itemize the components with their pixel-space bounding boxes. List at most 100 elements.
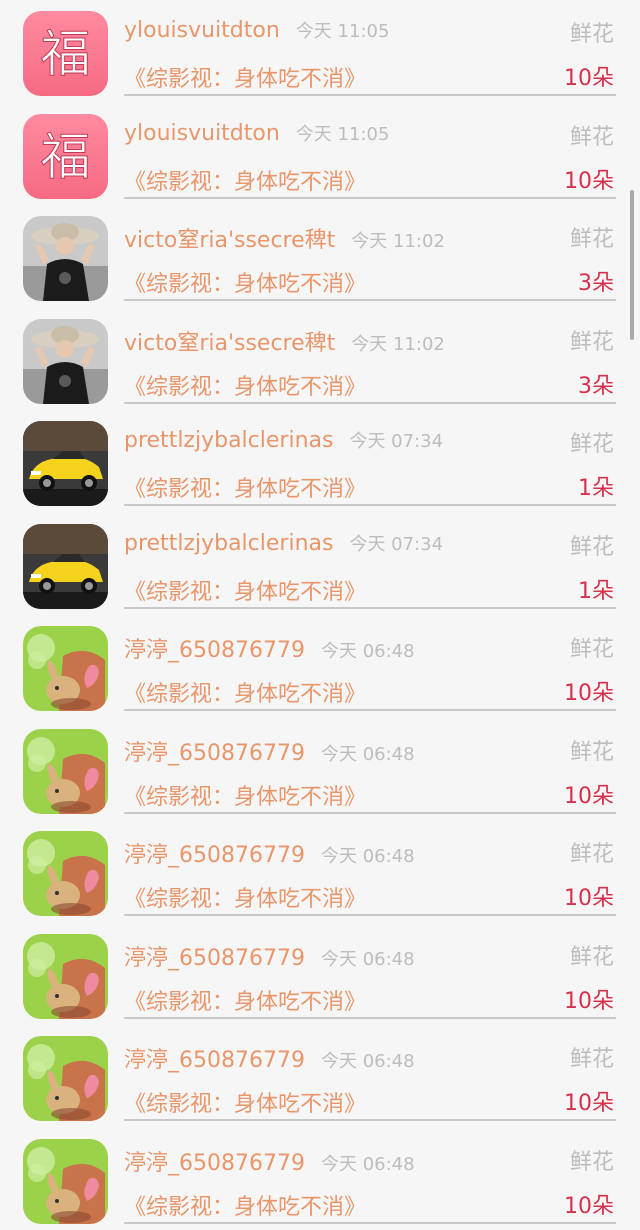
username: prettlzjybalclerinas 今天 07:34	[124, 530, 443, 556]
bunny-pot-avatar-icon[interactable]	[23, 729, 108, 814]
gift-type: 鲜花	[570, 1041, 614, 1073]
gift-type: 鲜花	[570, 119, 614, 151]
username: 渟渟_650876779 今天 06:48	[124, 837, 415, 869]
book-title: 《综影视：身体吃不消》	[124, 164, 366, 196]
divider	[124, 299, 616, 301]
username: 渟渟_650876779 今天 06:48	[124, 735, 415, 767]
list-item[interactable]: 福 ylouisvuitdton今天 11:05 鲜花 《综影视：身体吃不消》 …	[0, 0, 640, 103]
list-item[interactable]: 渟渟_650876779今天 06:48 鲜花 《综影视：身体吃不消》 10朵	[0, 923, 640, 1026]
divider	[124, 709, 616, 711]
divider	[124, 914, 616, 916]
timestamp: 今天 06:48	[321, 846, 415, 867]
username-text: victo窒ria'ssecre稗t	[124, 331, 335, 356]
username-text: 渟渟_650876779	[124, 741, 305, 766]
username: victo窒ria'ssecre稗t今天 11:02	[124, 325, 445, 357]
gift-quantity: 10朵	[564, 778, 614, 810]
username: ylouisvuitdton 今天 11:05	[124, 17, 389, 43]
gift-quantity: 10朵	[564, 675, 614, 707]
gift-quantity: 1朵	[578, 470, 614, 502]
bunny-pot-avatar-icon[interactable]	[23, 934, 108, 1019]
gift-type: 鲜花	[570, 631, 614, 663]
fu-avatar-icon[interactable]: 福	[23, 11, 108, 96]
book-title: 《综影视：身体吃不消》	[124, 61, 366, 93]
username-text: ylouisvuitdton	[124, 121, 280, 146]
gift-type: 鲜花	[570, 529, 614, 561]
list-item[interactable]: victo窒ria'ssecre稗t 今天 11:02 鲜花 《综影视：身体吃不消…	[0, 205, 640, 308]
username-text: ylouisvuitdton	[124, 18, 280, 43]
timestamp: 今天 06:48	[321, 744, 415, 765]
username-text: victo窒ria'ssecre稗t	[124, 228, 335, 253]
divider	[124, 607, 616, 609]
gift-quantity: 10朵	[564, 1188, 614, 1220]
timestamp: 今天 06:48	[321, 1154, 415, 1175]
gift-type: 鲜花	[570, 836, 614, 868]
username-text: 渟渟_650876779	[124, 1048, 305, 1073]
timestamp: 今天 07:34	[349, 431, 443, 452]
list-item[interactable]: 福 ylouisvuitdton今天 11:05 鲜花 《综影视：身体吃不消》 …	[0, 103, 640, 206]
yellow-car-avatar-icon[interactable]	[23, 524, 108, 609]
username: 渟渟_650876779 今天 06:48	[124, 940, 415, 972]
divider	[124, 402, 616, 404]
gift-quantity: 1朵	[578, 573, 614, 605]
gift-quantity: 10朵	[564, 1085, 614, 1117]
divider	[124, 94, 616, 96]
list-item[interactable]: 渟渟_650876779今天 06:48 鲜花 《综影视：身体吃不消》 10朵	[0, 1025, 640, 1128]
gift-quantity: 3朵	[578, 265, 614, 297]
timestamp: 今天 11:02	[351, 231, 445, 252]
divider	[124, 812, 616, 814]
list-item[interactable]: 渟渟_650876779今天 06:48 鲜花 《综影视：身体吃不消》 10朵	[0, 615, 640, 718]
username-text: prettlzjybalclerinas	[124, 428, 333, 453]
gift-list: 福 ylouisvuitdton今天 11:05 鲜花 《综影视：身体吃不消》 …	[0, 0, 640, 1230]
username: 渟渟_650876779今天 06:48	[124, 632, 415, 664]
book-title: 《综影视：身体吃不消》	[124, 471, 366, 503]
book-title: 《综影视：身体吃不消》	[124, 881, 366, 913]
username-text: 渟渟_650876779	[124, 946, 305, 971]
list-item[interactable]: 渟渟_650876779今天 06:48 鲜花 《综影视：身体吃不消》 10朵	[0, 1128, 640, 1230]
username-text: 渟渟_650876779	[124, 843, 305, 868]
gift-type: 鲜花	[570, 221, 614, 253]
woman-hat-avatar-icon[interactable]	[23, 319, 108, 404]
fu-avatar-icon[interactable]: 福	[23, 114, 108, 199]
username-text: prettlzjybalclerinas	[124, 531, 333, 556]
divider	[124, 504, 616, 506]
username: prettlzjybalclerinas 今天 07:34	[124, 427, 443, 453]
list-item[interactable]: 渟渟_650876779 今天 06:48 鲜花 《综影视：身体吃不消》 10朵	[0, 718, 640, 821]
book-title: 《综影视：身体吃不消》	[124, 984, 366, 1016]
gift-quantity: 3朵	[578, 368, 614, 400]
bunny-pot-avatar-icon[interactable]	[23, 626, 108, 711]
timestamp: 今天 06:48	[321, 641, 415, 662]
timestamp: 今天 11:05	[296, 124, 390, 145]
list-item[interactable]: prettlzjybalclerinas今天 07:34 鲜花 《综影视：身体吃…	[0, 513, 640, 616]
divider	[124, 197, 616, 199]
book-title: 《综影视：身体吃不消》	[124, 1189, 366, 1221]
username: 渟渟_650876779今天 06:48	[124, 1145, 415, 1177]
gift-type: 鲜花	[570, 734, 614, 766]
timestamp: 今天 11:05	[296, 21, 390, 42]
bunny-pot-avatar-icon[interactable]	[23, 831, 108, 916]
book-title: 《综影视：身体吃不消》	[124, 676, 366, 708]
yellow-car-avatar-icon[interactable]	[23, 421, 108, 506]
scrollbar[interactable]	[630, 190, 634, 340]
book-title: 《综影视：身体吃不消》	[124, 779, 366, 811]
gift-type: 鲜花	[570, 426, 614, 458]
list-item[interactable]: prettlzjybalclerinas 今天 07:34 鲜花 《综影视：身体吃…	[0, 410, 640, 513]
gift-quantity: 10朵	[564, 880, 614, 912]
list-item[interactable]: 渟渟_650876779 今天 06:48 鲜花 《综影视：身体吃不消》 10朵	[0, 820, 640, 923]
username: victo窒ria'ssecre稗t 今天 11:02	[124, 222, 445, 254]
book-title: 《综影视：身体吃不消》	[124, 266, 366, 298]
timestamp: 今天 06:48	[321, 949, 415, 970]
divider	[124, 1119, 616, 1121]
book-title: 《综影视：身体吃不消》	[124, 1086, 366, 1118]
list-item[interactable]: victo窒ria'ssecre稗t今天 11:02 鲜花 《综影视：身体吃不消…	[0, 308, 640, 411]
username: 渟渟_650876779今天 06:48	[124, 1042, 415, 1074]
gift-quantity: 10朵	[564, 983, 614, 1015]
bunny-pot-avatar-icon[interactable]	[23, 1036, 108, 1121]
gift-type: 鲜花	[570, 1144, 614, 1176]
woman-hat-avatar-icon[interactable]	[23, 216, 108, 301]
bunny-pot-avatar-icon[interactable]	[23, 1139, 108, 1224]
timestamp: 今天 07:34	[349, 534, 443, 555]
gift-type: 鲜花	[570, 324, 614, 356]
svg-text:福: 福	[41, 128, 91, 186]
gift-quantity: 10朵	[564, 60, 614, 92]
gift-quantity: 10朵	[564, 163, 614, 195]
